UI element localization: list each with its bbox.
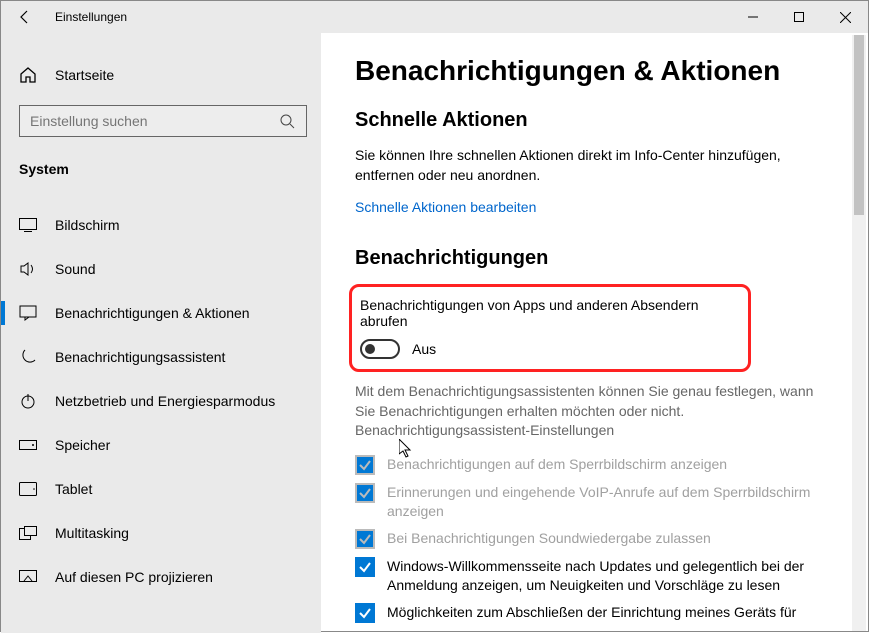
search-input[interactable] <box>30 113 278 129</box>
scrollbar-thumb[interactable] <box>854 35 864 215</box>
checkbox-row-welcome[interactable]: Windows-Willkommensseite nach Updates un… <box>355 557 825 595</box>
notifications-header: Benachrichtigungen <box>355 247 838 270</box>
focus-assist-icon <box>19 348 37 366</box>
checkbox-label: Möglichkeiten zum Abschließen der Einric… <box>387 603 796 622</box>
minimize-button[interactable] <box>730 1 776 33</box>
quick-actions-desc: Sie können Ihre schnellen Aktionen direk… <box>355 146 815 185</box>
search-icon <box>278 112 296 130</box>
window-controls <box>730 1 868 33</box>
back-button[interactable] <box>1 1 49 33</box>
search-box[interactable] <box>19 105 307 137</box>
sidebar-item-notifications[interactable]: Benachrichtigungen & Aktionen <box>1 291 321 335</box>
titlebar: Einstellungen <box>1 1 868 33</box>
checkbox[interactable] <box>355 455 375 475</box>
checkbox-row-sound[interactable]: Bei Benachrichtigungen Soundwiedergabe z… <box>355 529 825 549</box>
projecting-icon <box>19 568 37 586</box>
sidebar-item-label: Sound <box>55 261 95 277</box>
sidebar-item-label: Multitasking <box>55 525 129 541</box>
checkbox[interactable] <box>355 483 375 503</box>
checkbox[interactable] <box>355 529 375 549</box>
checkbox-row-setup[interactable]: Möglichkeiten zum Abschließen der Einric… <box>355 603 825 623</box>
checkbox-label: Erinnerungen und eingehende VoIP-Anrufe … <box>387 483 825 521</box>
focus-assist-note: Mit dem Benachrichtigungsassistenten kön… <box>355 382 815 441</box>
focus-assist-settings-link[interactable]: Benachrichtigungsassistent-Einstellungen <box>355 422 614 438</box>
maximize-button[interactable] <box>776 1 822 33</box>
storage-icon <box>19 436 37 454</box>
sidebar-group-header: System <box>1 149 321 203</box>
sidebar-item-label: Benachrichtigungsassistent <box>55 349 225 365</box>
sidebar-item-storage[interactable]: Speicher <box>1 423 321 467</box>
checkbox[interactable] <box>355 603 375 623</box>
quick-actions-header: Schnelle Aktionen <box>355 109 838 132</box>
page-title: Benachrichtigungen & Aktionen <box>355 55 838 87</box>
scrollbar[interactable] <box>852 35 866 631</box>
sidebar-item-label: Benachrichtigungen & Aktionen <box>55 305 250 321</box>
display-icon <box>19 216 37 234</box>
sidebar-item-display[interactable]: Bildschirm <box>1 203 321 247</box>
highlight-box: Benachrichtigungen von Apps und anderen … <box>349 284 751 372</box>
checkbox-label: Windows-Willkommensseite nach Updates un… <box>387 557 825 595</box>
multitasking-icon <box>19 524 37 542</box>
toggle-state: Aus <box>412 341 436 357</box>
sidebar-home[interactable]: Startseite <box>1 53 321 97</box>
home-icon <box>19 66 37 84</box>
sidebar-item-power[interactable]: Netzbetrieb und Energiesparmodus <box>1 379 321 423</box>
sidebar: Startseite System Bildschirm Sound Benac… <box>1 33 321 633</box>
main-content: Benachrichtigungen & Aktionen Schnelle A… <box>321 33 868 633</box>
notifications-icon <box>19 304 37 322</box>
checkbox-row-voip[interactable]: Erinnerungen und eingehende VoIP-Anrufe … <box>355 483 825 521</box>
sidebar-item-label: Netzbetrieb und Energiesparmodus <box>55 393 275 409</box>
checkbox-label: Benachrichtigungen auf dem Sperrbildschi… <box>387 455 727 474</box>
notifications-toggle[interactable] <box>360 339 400 359</box>
checkbox[interactable] <box>355 557 375 577</box>
sidebar-item-multitasking[interactable]: Multitasking <box>1 511 321 555</box>
sound-icon <box>19 260 37 278</box>
sidebar-home-label: Startseite <box>55 67 114 83</box>
checkbox-row-lockscreen[interactable]: Benachrichtigungen auf dem Sperrbildschi… <box>355 455 825 475</box>
close-button[interactable] <box>822 1 868 33</box>
sidebar-item-label: Auf diesen PC projizieren <box>55 569 213 585</box>
sidebar-item-label: Tablet <box>55 481 92 497</box>
window-title: Einstellungen <box>49 10 127 24</box>
sidebar-item-label: Bildschirm <box>55 217 120 233</box>
sidebar-item-label: Speicher <box>55 437 110 453</box>
power-icon <box>19 392 37 410</box>
sidebar-item-projecting[interactable]: Auf diesen PC projizieren <box>1 555 321 599</box>
sidebar-item-focus-assist[interactable]: Benachrichtigungsassistent <box>1 335 321 379</box>
checkbox-label: Bei Benachrichtigungen Soundwiedergabe z… <box>387 529 711 548</box>
sidebar-item-tablet[interactable]: Tablet <box>1 467 321 511</box>
sidebar-item-sound[interactable]: Sound <box>1 247 321 291</box>
edit-quick-actions-link[interactable]: Schnelle Aktionen bearbeiten <box>355 199 536 215</box>
tablet-icon <box>19 480 37 498</box>
notifications-toggle-label: Benachrichtigungen von Apps und anderen … <box>354 297 734 329</box>
